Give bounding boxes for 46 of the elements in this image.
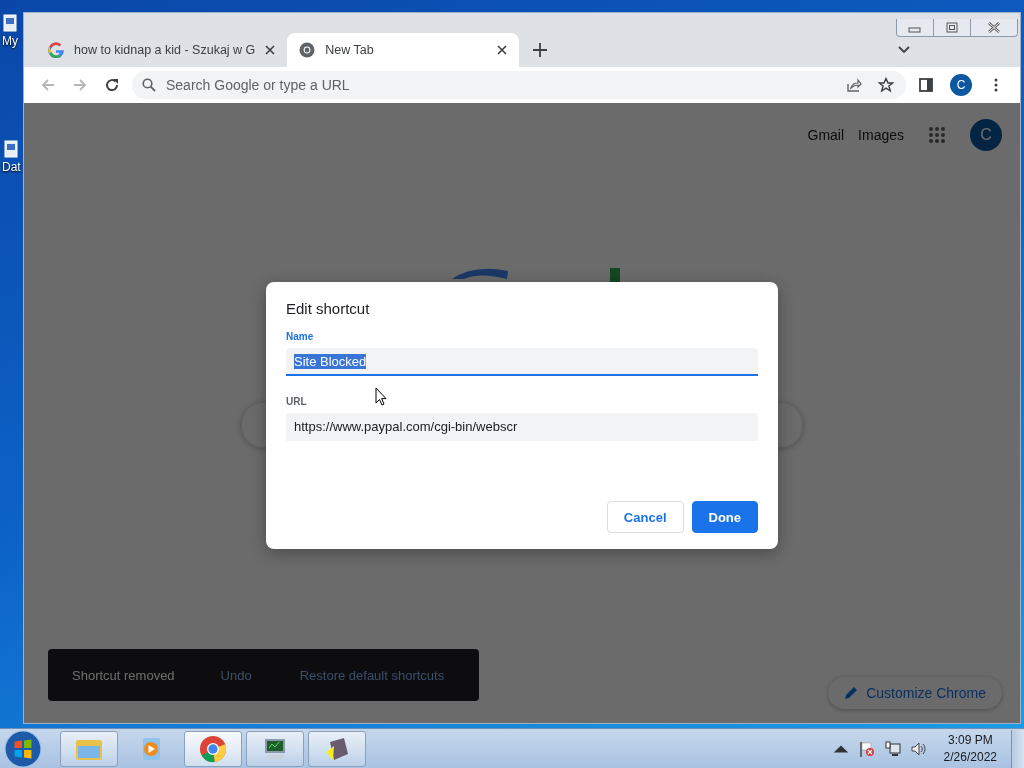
pencil-icon xyxy=(844,686,859,700)
desktop-icon[interactable] xyxy=(4,140,19,158)
taskbar-button[interactable] xyxy=(246,730,304,767)
start-button[interactable] xyxy=(4,729,42,768)
apps-grid-icon[interactable] xyxy=(928,126,946,144)
address-input[interactable]: Search Google or type a URL xyxy=(164,76,838,94)
cancel-button[interactable]: Cancel xyxy=(606,501,684,533)
star-icon[interactable] xyxy=(878,77,894,93)
close-icon[interactable] xyxy=(497,45,508,55)
account-avatar[interactable]: C xyxy=(970,119,1002,151)
desktop-icon-label[interactable]: Dat xyxy=(2,160,21,174)
new-tab-icon[interactable] xyxy=(533,43,548,57)
address-bar[interactable]: Search Google or type a URL xyxy=(132,71,906,99)
profile-avatar[interactable]: C xyxy=(950,74,972,96)
cursor-icon xyxy=(375,387,387,406)
text-field[interactable]: Site Blocked xyxy=(286,348,758,376)
reload-icon[interactable] xyxy=(104,77,120,93)
snackbar-message: Shortcut removed xyxy=(72,667,175,683)
side-panel-icon[interactable] xyxy=(918,77,934,93)
dialog-title: Edit shortcut xyxy=(286,300,371,317)
logo-arc-drawing xyxy=(452,268,508,279)
field-label: URL xyxy=(286,396,307,407)
chevron-down-icon[interactable] xyxy=(898,46,910,54)
share-icon[interactable] xyxy=(846,77,862,93)
search-icon xyxy=(142,78,156,92)
flag-icon[interactable] xyxy=(857,739,876,758)
close-icon[interactable] xyxy=(265,45,276,55)
clock-time[interactable]: 3:09 PM xyxy=(947,731,993,749)
chrome-icon xyxy=(299,42,316,58)
browser-tab[interactable]: how to kidnap a kid - Szukaj w G xyxy=(36,33,288,67)
done-button[interactable]: Done xyxy=(691,501,758,533)
desktop-icon[interactable] xyxy=(3,14,17,32)
header-link[interactable]: Gmail xyxy=(807,127,845,143)
chrome-icon xyxy=(198,734,228,763)
header-link[interactable]: Images xyxy=(858,127,904,143)
network-icon[interactable] xyxy=(883,739,902,758)
field-label: Name xyxy=(286,331,314,342)
taskbar-button[interactable] xyxy=(184,730,242,767)
taskbar-button[interactable] xyxy=(308,730,366,767)
text-field[interactable]: https://www.paypal.com/cgi-bin/webscr xyxy=(286,413,758,441)
clock-date[interactable]: 2/26/2022 xyxy=(943,748,997,766)
customize-button[interactable]: Customize Chrome xyxy=(828,677,1002,709)
desktop-icon-label[interactable]: My xyxy=(2,34,18,48)
snackbar-action[interactable]: Undo xyxy=(220,667,252,683)
browser-tab[interactable]: New Tab xyxy=(287,33,520,67)
google-icon xyxy=(48,42,64,58)
